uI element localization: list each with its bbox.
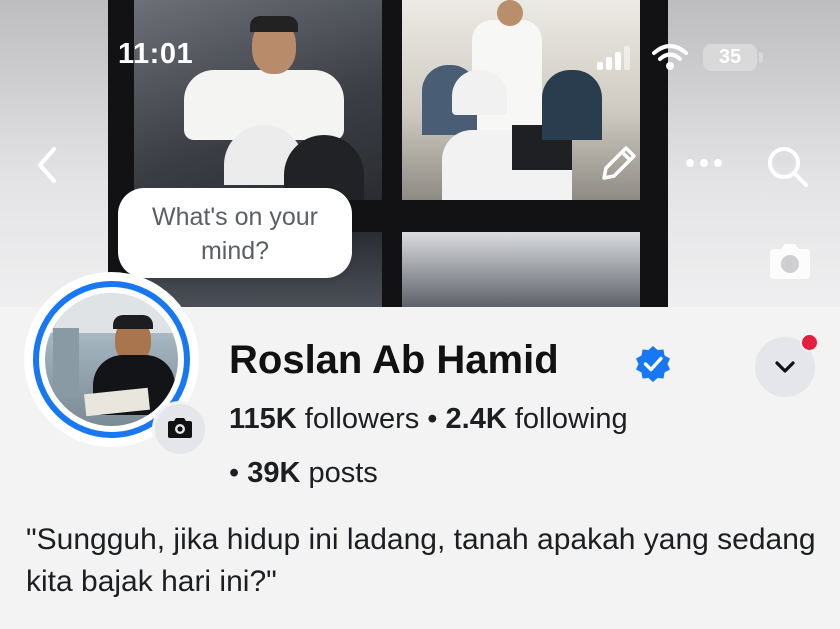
pencil-icon[interactable]: [596, 142, 640, 186]
battery-tip: [759, 52, 763, 63]
posts-label: posts: [308, 457, 378, 489]
chevron-down-icon: [775, 361, 795, 373]
following-count[interactable]: 2.4K: [446, 403, 507, 435]
camera-icon: [168, 418, 192, 438]
battery-indicator: 35: [703, 44, 757, 71]
chevron-left-icon[interactable]: [32, 145, 62, 185]
bubble-prompt-line: What's on your: [152, 203, 318, 231]
search-icon[interactable]: [764, 143, 810, 189]
camera-icon[interactable]: [766, 243, 814, 281]
cellular-signal-icon: [597, 46, 637, 70]
cover-photo-tile: [402, 232, 640, 307]
whats-on-your-mind-bubble[interactable]: What's on your mind?: [118, 188, 352, 278]
profile-stats: • 39K posts: [229, 457, 378, 490]
notification-dot: [800, 333, 819, 352]
profile-stats: 115K followers • 2.4K following: [229, 403, 628, 436]
posts-count: 39K: [247, 457, 301, 489]
followers-label[interactable]: followers: [305, 403, 419, 435]
avatar[interactable]: [45, 293, 178, 426]
verified-badge-icon: [636, 346, 670, 382]
wifi-icon: [652, 44, 688, 70]
more-horizontal-icon[interactable]: [684, 156, 724, 170]
bubble-prompt: What's on your mind?: [118, 200, 352, 268]
following-label[interactable]: following: [515, 403, 628, 435]
stat-separator: •: [229, 457, 240, 489]
bubble-prompt-line: mind?: [200, 237, 270, 265]
stat-separator: •: [427, 403, 438, 435]
avatar-camera-button[interactable]: [152, 401, 208, 457]
followers-count[interactable]: 115K: [229, 403, 297, 435]
profile-name: Roslan Ab Hamid: [229, 338, 559, 382]
cover-photo-tile: [134, 0, 382, 200]
status-time: 11:01: [118, 38, 194, 70]
profile-bio: "Sungguh, jika hidup ini ladang, tanah a…: [26, 523, 816, 598]
